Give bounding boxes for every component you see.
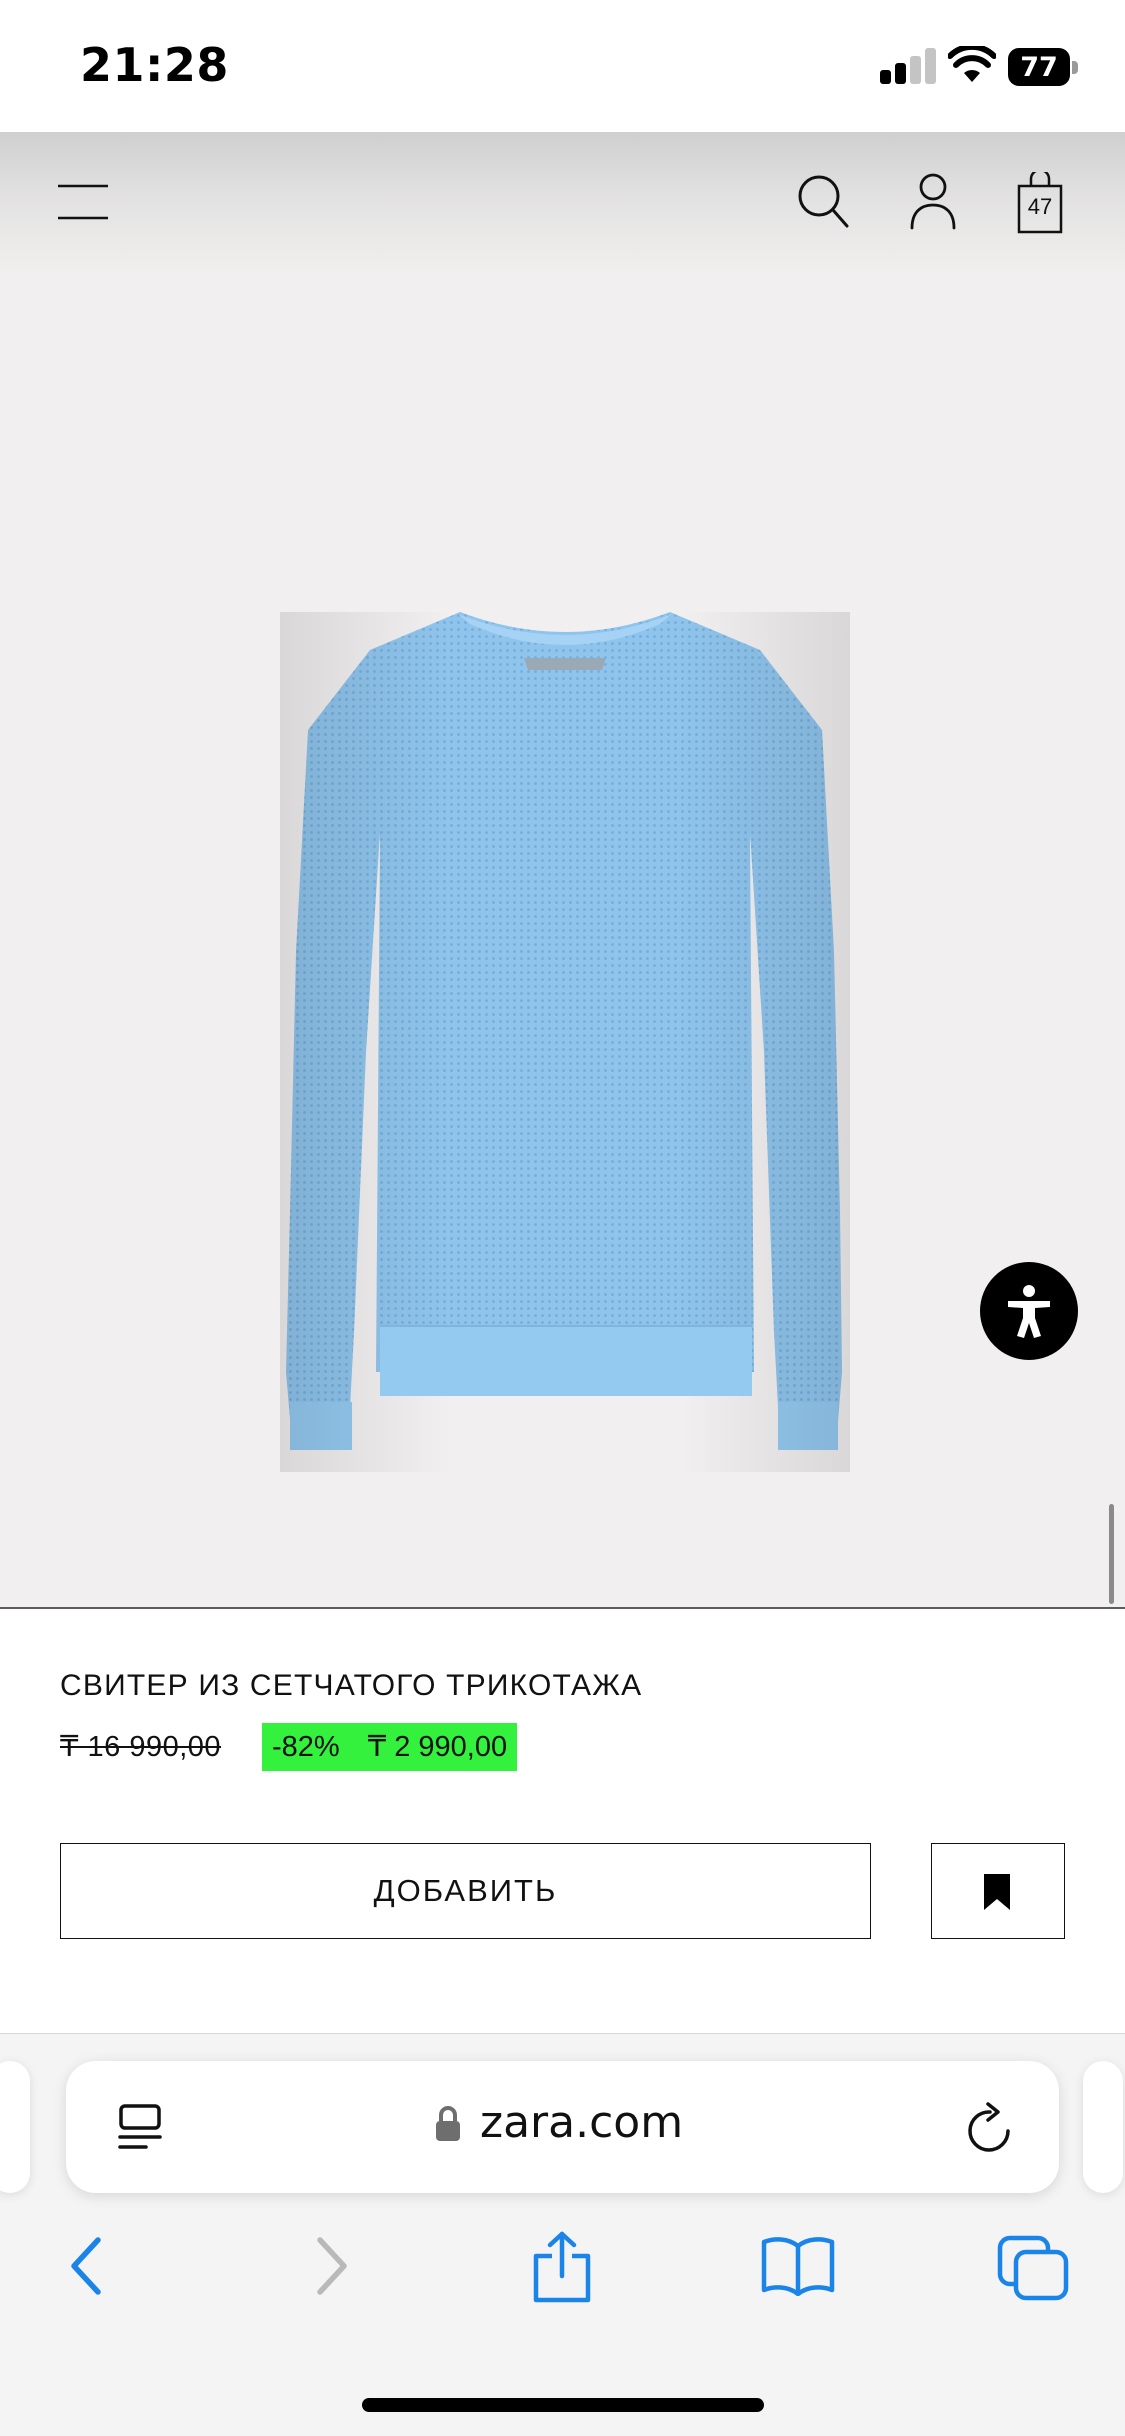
old-price: ₸ 16 990,00 (60, 1731, 222, 1763)
search-icon[interactable] (796, 172, 850, 230)
forward-icon[interactable] (306, 2234, 356, 2298)
status-bar: 21:28 77 (0, 0, 1125, 132)
sale-badge: -82% ₸ 2 990,00 (262, 1723, 518, 1771)
shopping-bag-icon[interactable]: 47 (1016, 172, 1064, 234)
lock-icon (436, 2106, 460, 2141)
url-text[interactable]: zara.com (480, 2097, 683, 2148)
tabs-icon[interactable] (996, 2234, 1070, 2302)
sweater-image (280, 612, 850, 1472)
site-header: 47 (0, 132, 1125, 272)
reload-icon[interactable] (964, 2101, 1016, 2155)
battery-icon: 77 (1008, 48, 1078, 86)
status-time: 21:28 (80, 38, 229, 92)
product-image[interactable] (0, 272, 1125, 1608)
signal-icon (880, 48, 936, 84)
bag-count: 47 (1027, 194, 1053, 219)
sale-price: ₸ 2 990,00 (367, 1731, 508, 1763)
menu-icon[interactable] (56, 182, 110, 222)
address-bar[interactable]: zara.com (66, 2061, 1059, 2193)
home-indicator[interactable] (362, 2398, 764, 2412)
bookmark-icon (984, 1874, 1010, 1910)
account-icon[interactable] (908, 172, 958, 230)
scroll-indicator (1109, 1504, 1114, 1604)
product-info: СВИТЕР ИЗ СЕТЧАТОГО ТРИКОТАЖА ₸ 16 990,0… (0, 1609, 1125, 2033)
back-icon[interactable] (62, 2234, 112, 2298)
share-icon[interactable] (530, 2230, 594, 2304)
bookmarks-icon[interactable] (760, 2234, 836, 2296)
add-to-cart-button[interactable]: ДОБАВИТЬ (60, 1843, 871, 1939)
battery-level: 77 (1020, 52, 1058, 83)
browser-toolbar-area: zara.com (0, 2033, 1125, 2436)
product-name: СВИТЕР ИЗ СЕТЧАТОГО ТРИКОТАЖА (60, 1669, 643, 1702)
next-tab-peek[interactable] (1083, 2061, 1123, 2193)
accessibility-button[interactable] (980, 1262, 1078, 1360)
bookmark-button[interactable] (931, 1843, 1065, 1939)
wifi-icon (948, 46, 996, 82)
accessibility-icon (1008, 1285, 1050, 1338)
discount-percent: -82% (272, 1731, 340, 1763)
previous-tab-peek[interactable] (0, 2061, 30, 2193)
reader-mode-icon[interactable] (116, 2103, 164, 2153)
